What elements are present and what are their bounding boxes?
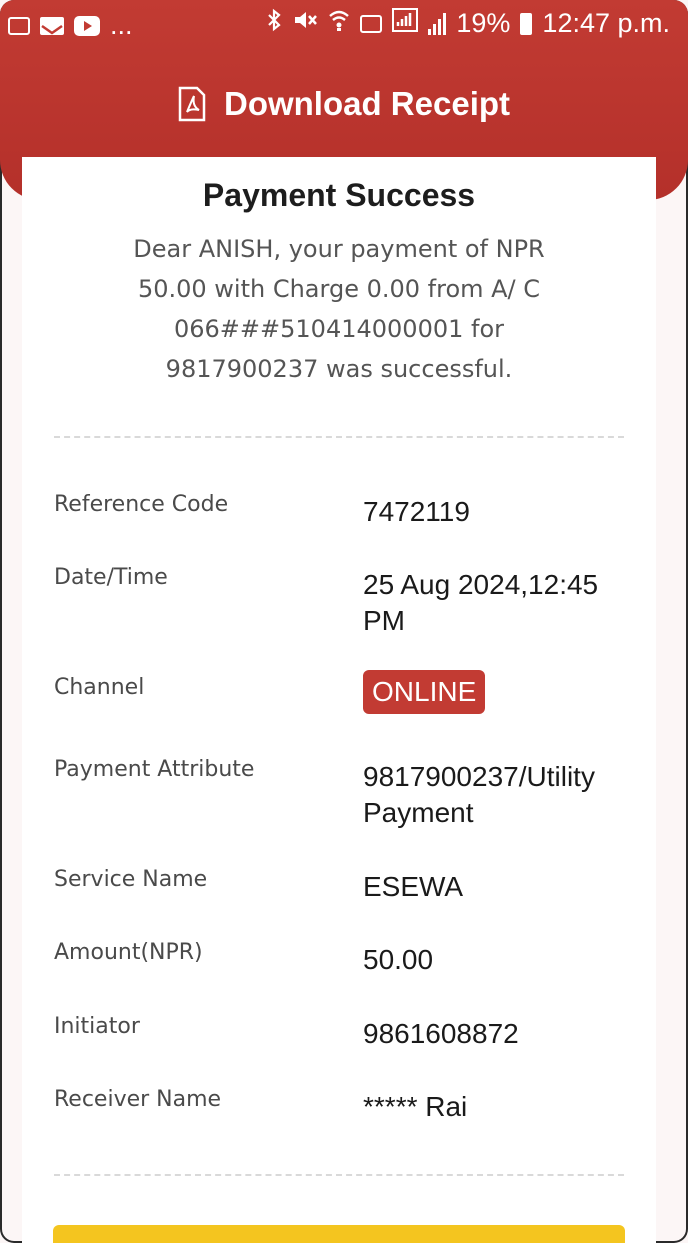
row-label: Receiver Name [54, 1087, 222, 1112]
row-label: Initiator [54, 1014, 140, 1039]
row-label: Payment Attribute [54, 757, 255, 782]
header-title: Download Receipt [223, 85, 511, 122]
row-label: Channel [54, 675, 145, 700]
signal-icon [428, 12, 447, 35]
row-value: 7472119 [363, 496, 470, 527]
divider-bottom [54, 1174, 624, 1176]
status-left: ... [8, 10, 133, 41]
row-value-wrap: ONLINE [363, 670, 643, 714]
battery-icon [520, 12, 533, 35]
signal-box-icon [392, 8, 419, 39]
row-value: 25 Aug 2024,12:45 PM [363, 569, 599, 636]
receipt-message: Dear ANISH, your payment of NPR 50.00 wi… [133, 235, 545, 383]
row-value: 9817900237/Utility Payment [363, 761, 595, 828]
channel-badge: ONLINE [363, 670, 486, 714]
sim-icon [360, 14, 383, 33]
row-label: Reference Code [54, 492, 229, 517]
gallery-icon [8, 16, 30, 35]
row-value: 50.00 [363, 944, 434, 975]
row-label: Date/Time [54, 565, 168, 590]
row-value: ESEWA [363, 871, 464, 902]
status-bar: ... 19% 12:47 p.m. [0, 0, 688, 54]
youtube-icon [74, 15, 100, 36]
pdf-icon [178, 86, 206, 122]
row-value: ***** Rai [363, 1091, 468, 1122]
receipt-card: Payment Success Dear ANISH, your payment… [22, 157, 656, 1243]
more-notifications: ... [110, 10, 133, 40]
mail-icon [40, 16, 64, 35]
row-value: 9861608872 [363, 1018, 519, 1049]
bluetooth-icon [266, 8, 282, 39]
status-right: 19% 12:47 p.m. [266, 8, 670, 39]
battery-percent: 19% [456, 8, 511, 38]
receipt-title: Payment Success [202, 177, 476, 213]
mute-icon [292, 8, 318, 39]
action-button[interactable] [53, 1225, 625, 1243]
divider-top [54, 436, 624, 438]
app-screen: ... 19% 12:47 p.m. Download Receipt Paym… [0, 0, 688, 1243]
wifi-icon [328, 8, 350, 39]
row-label: Amount(NPR) [54, 940, 203, 965]
row-label: Service Name [54, 867, 208, 892]
download-receipt-button[interactable]: Download Receipt [0, 78, 688, 130]
clock: 12:47 p.m. [542, 8, 670, 38]
